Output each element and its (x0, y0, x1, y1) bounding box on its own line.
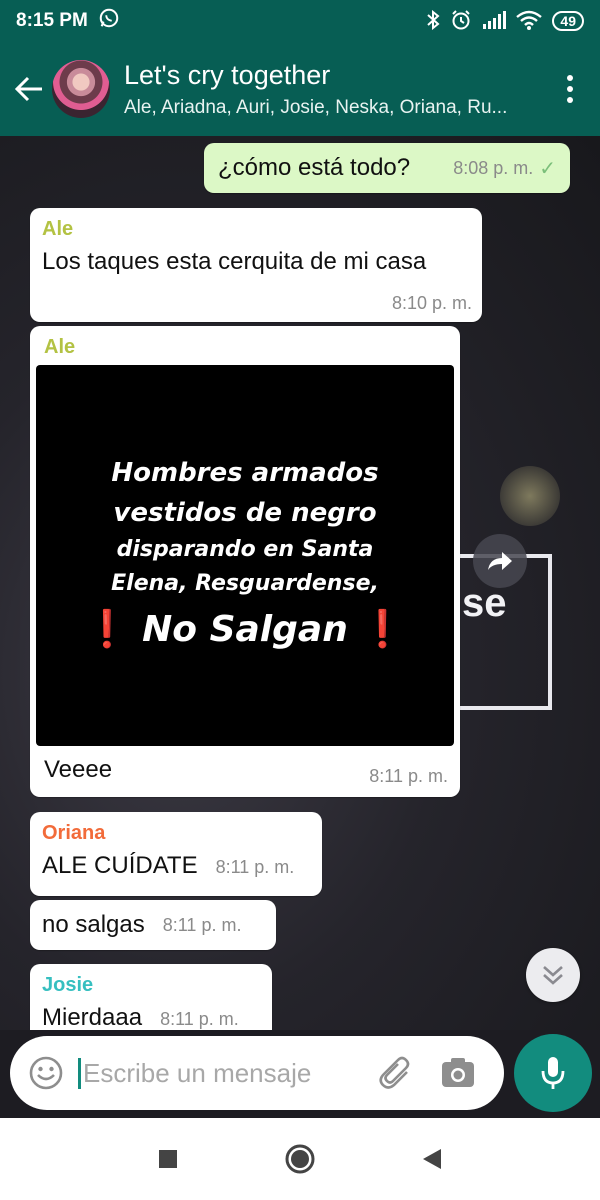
message-bubble-image[interactable]: Ale Hombres armados vestidos de negro di… (30, 326, 460, 797)
message-bubble[interactable]: Oriana ALE CUÍDATE 8:11 p. m. (30, 812, 322, 896)
message-time: 8:08 p. m. ✓ (453, 156, 556, 181)
chat-area[interactable]: se ¿cómo está todo? 8:08 p. m. ✓ Ale Los… (0, 136, 600, 1030)
chat-title: Let's cry together (124, 59, 331, 90)
message-bubble-outgoing[interactable]: ¿cómo está todo? 8:08 p. m. ✓ (204, 143, 570, 193)
message-time: 8:11 p. m. (162, 914, 242, 935)
wallpaper-glow (500, 466, 560, 526)
message-bubble[interactable]: Josie Mierdaaa 8:11 p. m. (30, 964, 272, 1030)
camera-icon (442, 1058, 474, 1087)
wifi-icon (516, 10, 543, 33)
image-text-line: vestidos de negro (113, 497, 377, 528)
double-chevron-down-icon (543, 966, 563, 985)
image-text-line: Elena, Resguardense, (111, 570, 379, 596)
message-text: Los taques esta cerquita de mi casa (42, 248, 427, 275)
status-bar: 8:15 PM 49 (0, 0, 600, 42)
more-options-button[interactable] (550, 59, 590, 119)
forward-icon (488, 552, 512, 570)
message-image[interactable]: Hombres armados vestidos de negro dispar… (36, 365, 454, 746)
image-text: Hombres armados vestidos de negro dispar… (85, 453, 405, 659)
dot-icon (567, 86, 573, 92)
system-nav-bar (0, 1118, 600, 1200)
group-avatar[interactable] (52, 60, 110, 118)
forward-button[interactable] (473, 534, 527, 588)
message-time: 8:11 p. m. (369, 766, 448, 786)
composer-bar (0, 1030, 600, 1118)
square-icon (159, 1150, 177, 1168)
attach-button[interactable] (376, 1053, 416, 1093)
message-text: ALE CUÍDATE (42, 852, 198, 879)
bluetooth-icon (426, 9, 440, 33)
paperclip-icon (379, 1056, 410, 1089)
emoji-button[interactable] (26, 1053, 66, 1093)
voice-message-button[interactable] (514, 1034, 592, 1112)
composer (10, 1036, 504, 1110)
recents-button[interactable] (148, 1139, 188, 1179)
chat-members: Ale, Ariadna, Auri, Josie, Neska, Oriana… (124, 96, 508, 118)
message-time: 8:11 p. m. (160, 1009, 239, 1029)
back-nav-button[interactable] (412, 1139, 452, 1179)
message-text: Mierdaaa (42, 1004, 143, 1030)
signal-icon (482, 10, 507, 32)
microphone-icon (541, 1057, 565, 1089)
exclamation-icon: ❗ (84, 608, 130, 650)
battery-icon: 49 (552, 11, 584, 31)
image-text-line: Hombres armados (111, 457, 379, 488)
message-time: 8:11 p. m. (215, 857, 295, 877)
dot-icon (567, 97, 573, 103)
scroll-to-bottom-button[interactable] (526, 948, 580, 1002)
message-bubble[interactable]: no salgas 8:11 p. m. (30, 900, 276, 950)
message-sender: Ale (42, 218, 74, 240)
message-text: ¿cómo está todo? (218, 154, 411, 181)
message-text: no salgas (42, 911, 145, 938)
camera-button[interactable] (438, 1053, 478, 1093)
emoji-icon (29, 1056, 63, 1090)
message-sender: Ale (44, 336, 76, 358)
message-bubble[interactable]: Ale Los taques esta cerquita de mi casa … (30, 208, 482, 322)
triangle-back-icon (423, 1149, 441, 1169)
image-text-emphasis: No Salgan (142, 608, 348, 650)
chat-info[interactable]: Let's cry together Ale, Ariadna, Auri, J… (124, 60, 550, 119)
back-button[interactable] (4, 59, 54, 119)
alarm-icon (450, 9, 472, 34)
home-button[interactable] (280, 1139, 320, 1179)
arrow-left-icon (14, 76, 42, 102)
check-icon: ✓ (539, 157, 556, 180)
dot-icon (567, 75, 573, 81)
message-time-text: 8:08 p. m. (453, 157, 534, 178)
image-text-line: disparando en Santa (116, 536, 374, 562)
message-input[interactable] (78, 1057, 368, 1089)
message-time: 8:10 p. m. (391, 293, 472, 313)
message-sender: Oriana (42, 822, 106, 844)
message-sender: Josie (42, 974, 94, 996)
exclamation-icon: ❗ (360, 608, 406, 650)
message-row: Mierdaaa 8:11 p. m. (42, 1003, 260, 1030)
whatsapp-icon (98, 7, 120, 35)
status-time: 8:15 PM (16, 10, 88, 31)
chat-header: Let's cry together Ale, Ariadna, Auri, J… (0, 42, 600, 136)
message-row: ALE CUÍDATE 8:11 p. m. (42, 851, 310, 881)
home-circle-icon (285, 1144, 315, 1174)
image-text-line: ❗ No Salgan ❗ (85, 601, 405, 659)
